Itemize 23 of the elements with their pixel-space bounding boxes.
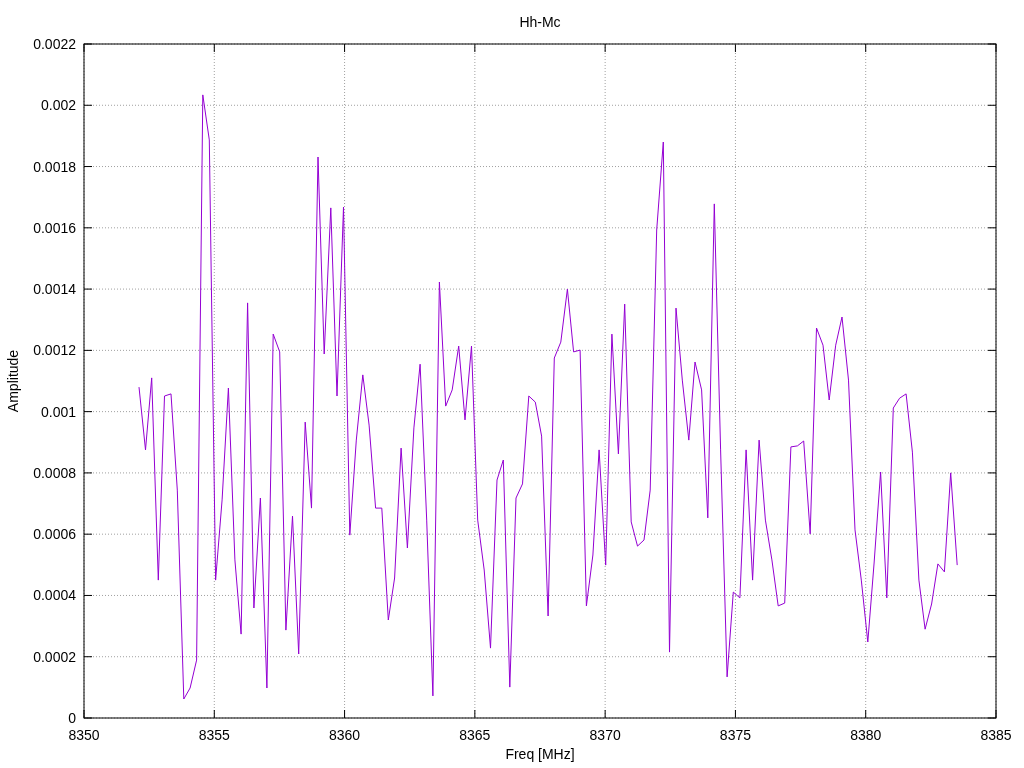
axis-tick-label: 8370 [589,727,621,743]
axis-tick-label: 0.001 [40,403,76,420]
axis-tick-label: 0.0018 [33,158,76,175]
axis-tick-label: 8360 [329,727,361,743]
axis-tick-label: 0.0016 [33,219,76,236]
axis-tick-label: 8355 [198,727,230,743]
axis-tick-label: 0.0012 [33,342,76,359]
axis-tick-label: 0.0014 [33,281,76,298]
axis-tick-label: 0 [68,710,76,726]
chart-title: Hh-Mc [519,14,561,30]
axis-tick-label: 8365 [459,727,491,743]
axis-tick-label: 8375 [719,727,751,743]
y-axis-label: Amplitude [5,349,21,413]
axis-tick-label: 0.002 [40,97,76,114]
axis-tick-label: 0.0006 [33,526,76,543]
axis-tick-label: 8380 [850,727,882,743]
axis-tick-label: 0.0002 [33,648,76,665]
axis-tick-label: 8385 [980,727,1012,743]
axis-tick-label: 0.0022 [33,36,76,52]
axis-tick-label: 0.0008 [33,464,76,481]
axis-tick-label: 8350 [68,727,100,743]
axis-tick-label: 0.0004 [33,587,76,604]
x-axis-label: Freq [MHz] [505,746,575,762]
